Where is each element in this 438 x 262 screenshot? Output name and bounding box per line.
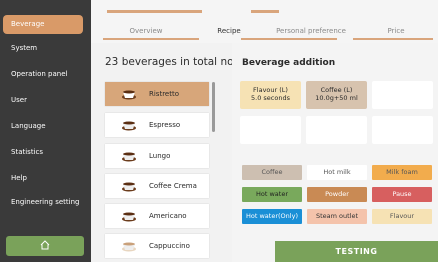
sidebar-item-system[interactable]: System <box>3 39 83 58</box>
coffee-cup-icon <box>122 152 136 162</box>
coffee-cup-icon <box>122 212 136 222</box>
list-item[interactable]: Coffee Crema <box>105 174 209 198</box>
milk-foam-button[interactable]: Milk foam <box>372 165 432 180</box>
powder-button[interactable]: Powder <box>307 187 367 202</box>
sidebar-item-statistics[interactable]: Statistics <box>3 143 83 162</box>
beverage-count: 23 beverages in total now <box>105 56 243 68</box>
list-item[interactable]: Lungo <box>105 144 209 168</box>
coffee-cup-icon <box>122 242 136 252</box>
tab-personal-preference[interactable]: Personal preference <box>261 27 361 35</box>
list-item-label: Lungo <box>149 152 171 160</box>
coffee-cup-icon <box>122 182 136 192</box>
sidebar: Beverage System Operation panel User Lan… <box>0 0 91 262</box>
recipe-step-name: Coffee (L) <box>320 86 353 94</box>
flavour-button[interactable]: Flavour <box>372 209 432 224</box>
steam-outlet-button[interactable]: Steam outlet <box>307 209 367 224</box>
list-item[interactable]: Cappuccino <box>105 234 209 258</box>
list-item-label: Cappuccino <box>149 242 190 250</box>
hot-water-button[interactable]: Hot water <box>242 187 302 202</box>
home-icon <box>40 240 50 250</box>
panel-title: Beverage addition <box>242 58 336 68</box>
tab-underline <box>353 38 433 40</box>
tab-decoration <box>251 10 279 13</box>
tab-overview[interactable]: Overview <box>101 27 191 35</box>
tab-price[interactable]: Price <box>371 27 421 35</box>
sidebar-item-beverage[interactable]: Beverage <box>3 15 83 34</box>
sidebar-item-operation-panel[interactable]: Operation panel <box>3 65 83 84</box>
recipe-step-empty[interactable] <box>240 116 301 144</box>
hot-milk-button[interactable]: Hot milk <box>307 165 367 180</box>
recipe-step-empty[interactable] <box>372 116 433 144</box>
beverage-addition-panel: Beverage addition Flavour (L) 5.0 second… <box>232 43 438 262</box>
list-item[interactable]: Ristretto <box>105 82 209 106</box>
list-item-label: Coffee Crema <box>149 182 197 190</box>
recipe-step-name: Flavour (L) <box>253 86 288 94</box>
recipe-step-coffee[interactable]: Coffee (L) 10.0g+50 ml <box>306 81 367 109</box>
hot-water-only-button[interactable]: Hot water(Only) <box>242 209 302 224</box>
coffee-button[interactable]: Coffee <box>242 165 302 180</box>
recipe-step-value: 5.0 seconds <box>251 94 290 102</box>
coffee-cup-icon <box>122 121 136 131</box>
pause-button[interactable]: Pause <box>372 187 432 202</box>
recipe-step-flavour[interactable]: Flavour (L) 5.0 seconds <box>240 81 301 109</box>
list-scrollbar[interactable] <box>212 82 215 132</box>
tab-bar: Overview Recipe Personal preference Pric… <box>91 0 438 43</box>
sidebar-item-user[interactable]: User <box>3 91 83 110</box>
home-button[interactable] <box>6 236 84 256</box>
sidebar-item-language[interactable]: Language <box>3 117 83 136</box>
coffee-cup-icon <box>122 90 136 100</box>
list-item[interactable]: Espresso <box>105 113 209 137</box>
testing-button[interactable]: TESTING <box>275 241 438 262</box>
recipe-step-empty[interactable] <box>372 81 433 109</box>
tab-decoration <box>107 10 202 13</box>
list-item-label: Ristretto <box>149 90 180 98</box>
recipe-step-value: 10.0g+50 ml <box>315 94 358 102</box>
tab-recipe[interactable]: Recipe <box>209 27 249 35</box>
beverage-list-pane: 23 beverages in total now Ristretto Espr… <box>91 43 242 262</box>
tab-underline <box>241 38 337 40</box>
recipe-step-empty[interactable] <box>306 116 367 144</box>
list-item[interactable]: Americano <box>105 204 209 228</box>
tab-underline <box>103 38 199 40</box>
list-item-label: Americano <box>149 212 187 220</box>
sidebar-item-engineering-setting[interactable]: Engineering setting <box>3 193 83 212</box>
sidebar-item-help[interactable]: Help <box>3 169 83 188</box>
list-item-label: Espresso <box>149 121 181 129</box>
